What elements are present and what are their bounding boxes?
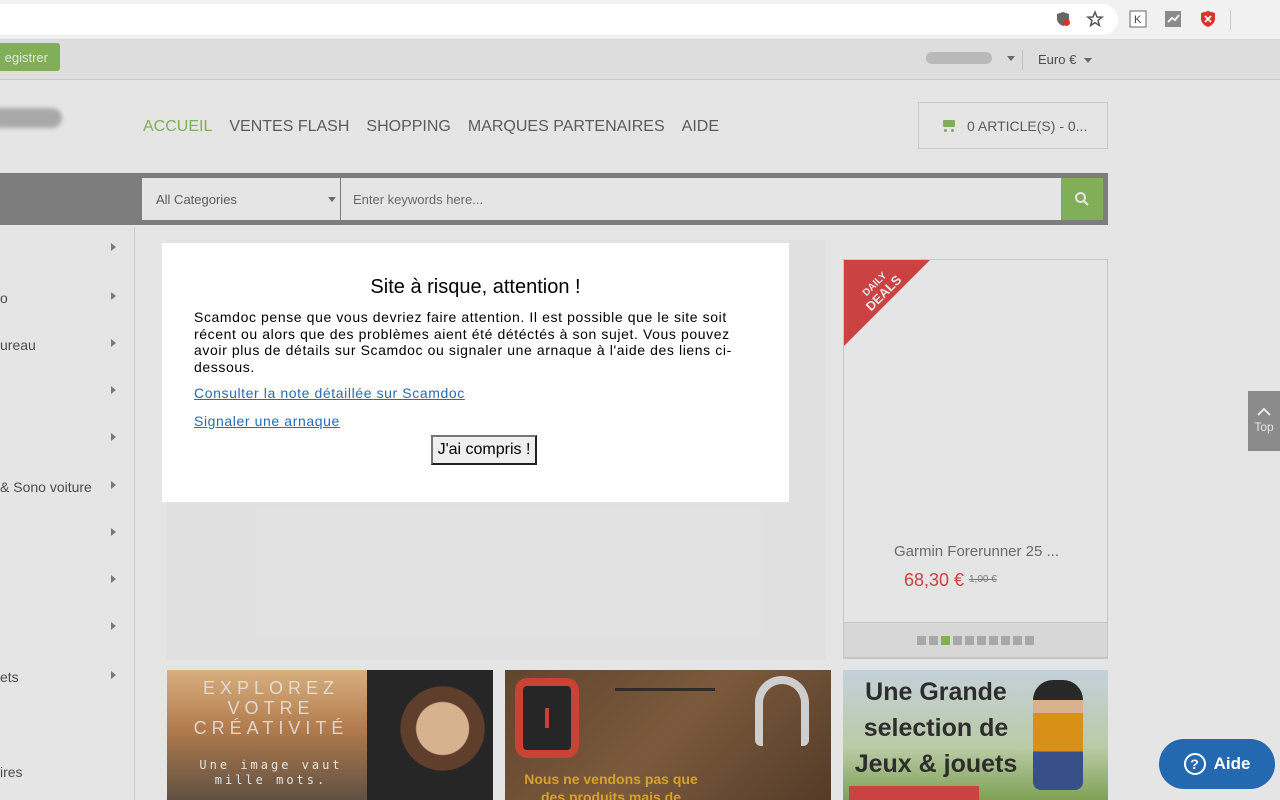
help-label: Aide <box>1213 754 1251 773</box>
help-icon: ? <box>1183 753 1206 775</box>
chart-extension-icon[interactable] <box>1163 9 1183 29</box>
svg-text:K: K <box>1134 14 1142 26</box>
scam-warning-dialog: Site à risque, attention ! Scamdoc pense… <box>162 243 789 502</box>
screen: K egistrer Euro € ACCUEIL VENTES FLASH S… <box>0 0 1280 800</box>
dialog-title: Site à risque, attention ! <box>370 276 581 298</box>
toolbar-divider <box>1230 10 1231 30</box>
shield-icon[interactable] <box>1053 9 1073 29</box>
browser-toolbar: K <box>0 0 1280 40</box>
red-shield-extension-icon[interactable] <box>1198 9 1218 29</box>
scamdoc-details-link[interactable]: Consulter la note détaillée sur Scamdoc <box>194 385 465 401</box>
address-bar[interactable] <box>0 4 1118 35</box>
understood-button[interactable]: J'ai compris ! <box>431 435 537 465</box>
k-extension-icon[interactable]: K <box>1128 9 1148 29</box>
report-scam-link[interactable]: Signaler une arnaque <box>194 413 340 429</box>
bookmark-star-icon[interactable] <box>1085 9 1105 29</box>
dialog-message: Scamdoc pense que vous devriez faire att… <box>194 309 732 375</box>
help-chat-button[interactable]: ? Aide <box>1159 739 1275 789</box>
